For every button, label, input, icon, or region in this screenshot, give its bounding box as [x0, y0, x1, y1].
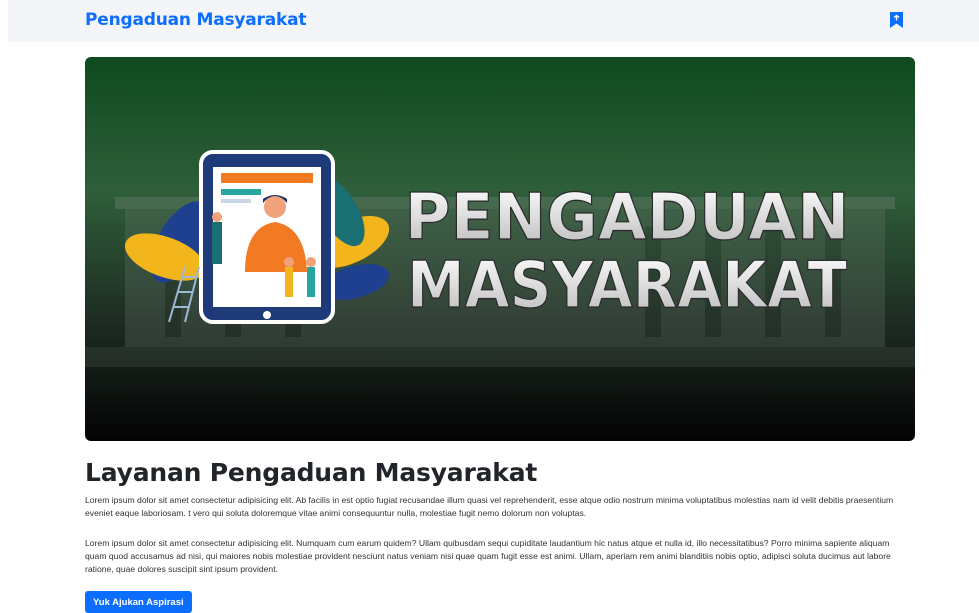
submit-aspiration-button[interactable]: Yuk Ajukan Aspirasi — [85, 591, 192, 613]
brand-link[interactable]: Pengaduan Masyarakat — [85, 10, 307, 30]
hero-line2: MASYARAKAT — [407, 249, 847, 323]
intro-paragraph-2: Lorem ipsum dolor sit amet consectetur a… — [85, 538, 891, 574]
navbar: Pengaduan Masyarakat — [8, 0, 979, 42]
hero-line1: PENGADUAN — [405, 181, 850, 255]
intro-paragraph-1: Lorem ipsum dolor sit amet consectetur a… — [85, 495, 894, 518]
bookmark-icon[interactable] — [889, 11, 904, 29]
hero-banner: PENGADUAN MASYARAKAT — [85, 57, 915, 441]
page-title: Layanan Pengaduan Masyarakat — [85, 458, 538, 487]
